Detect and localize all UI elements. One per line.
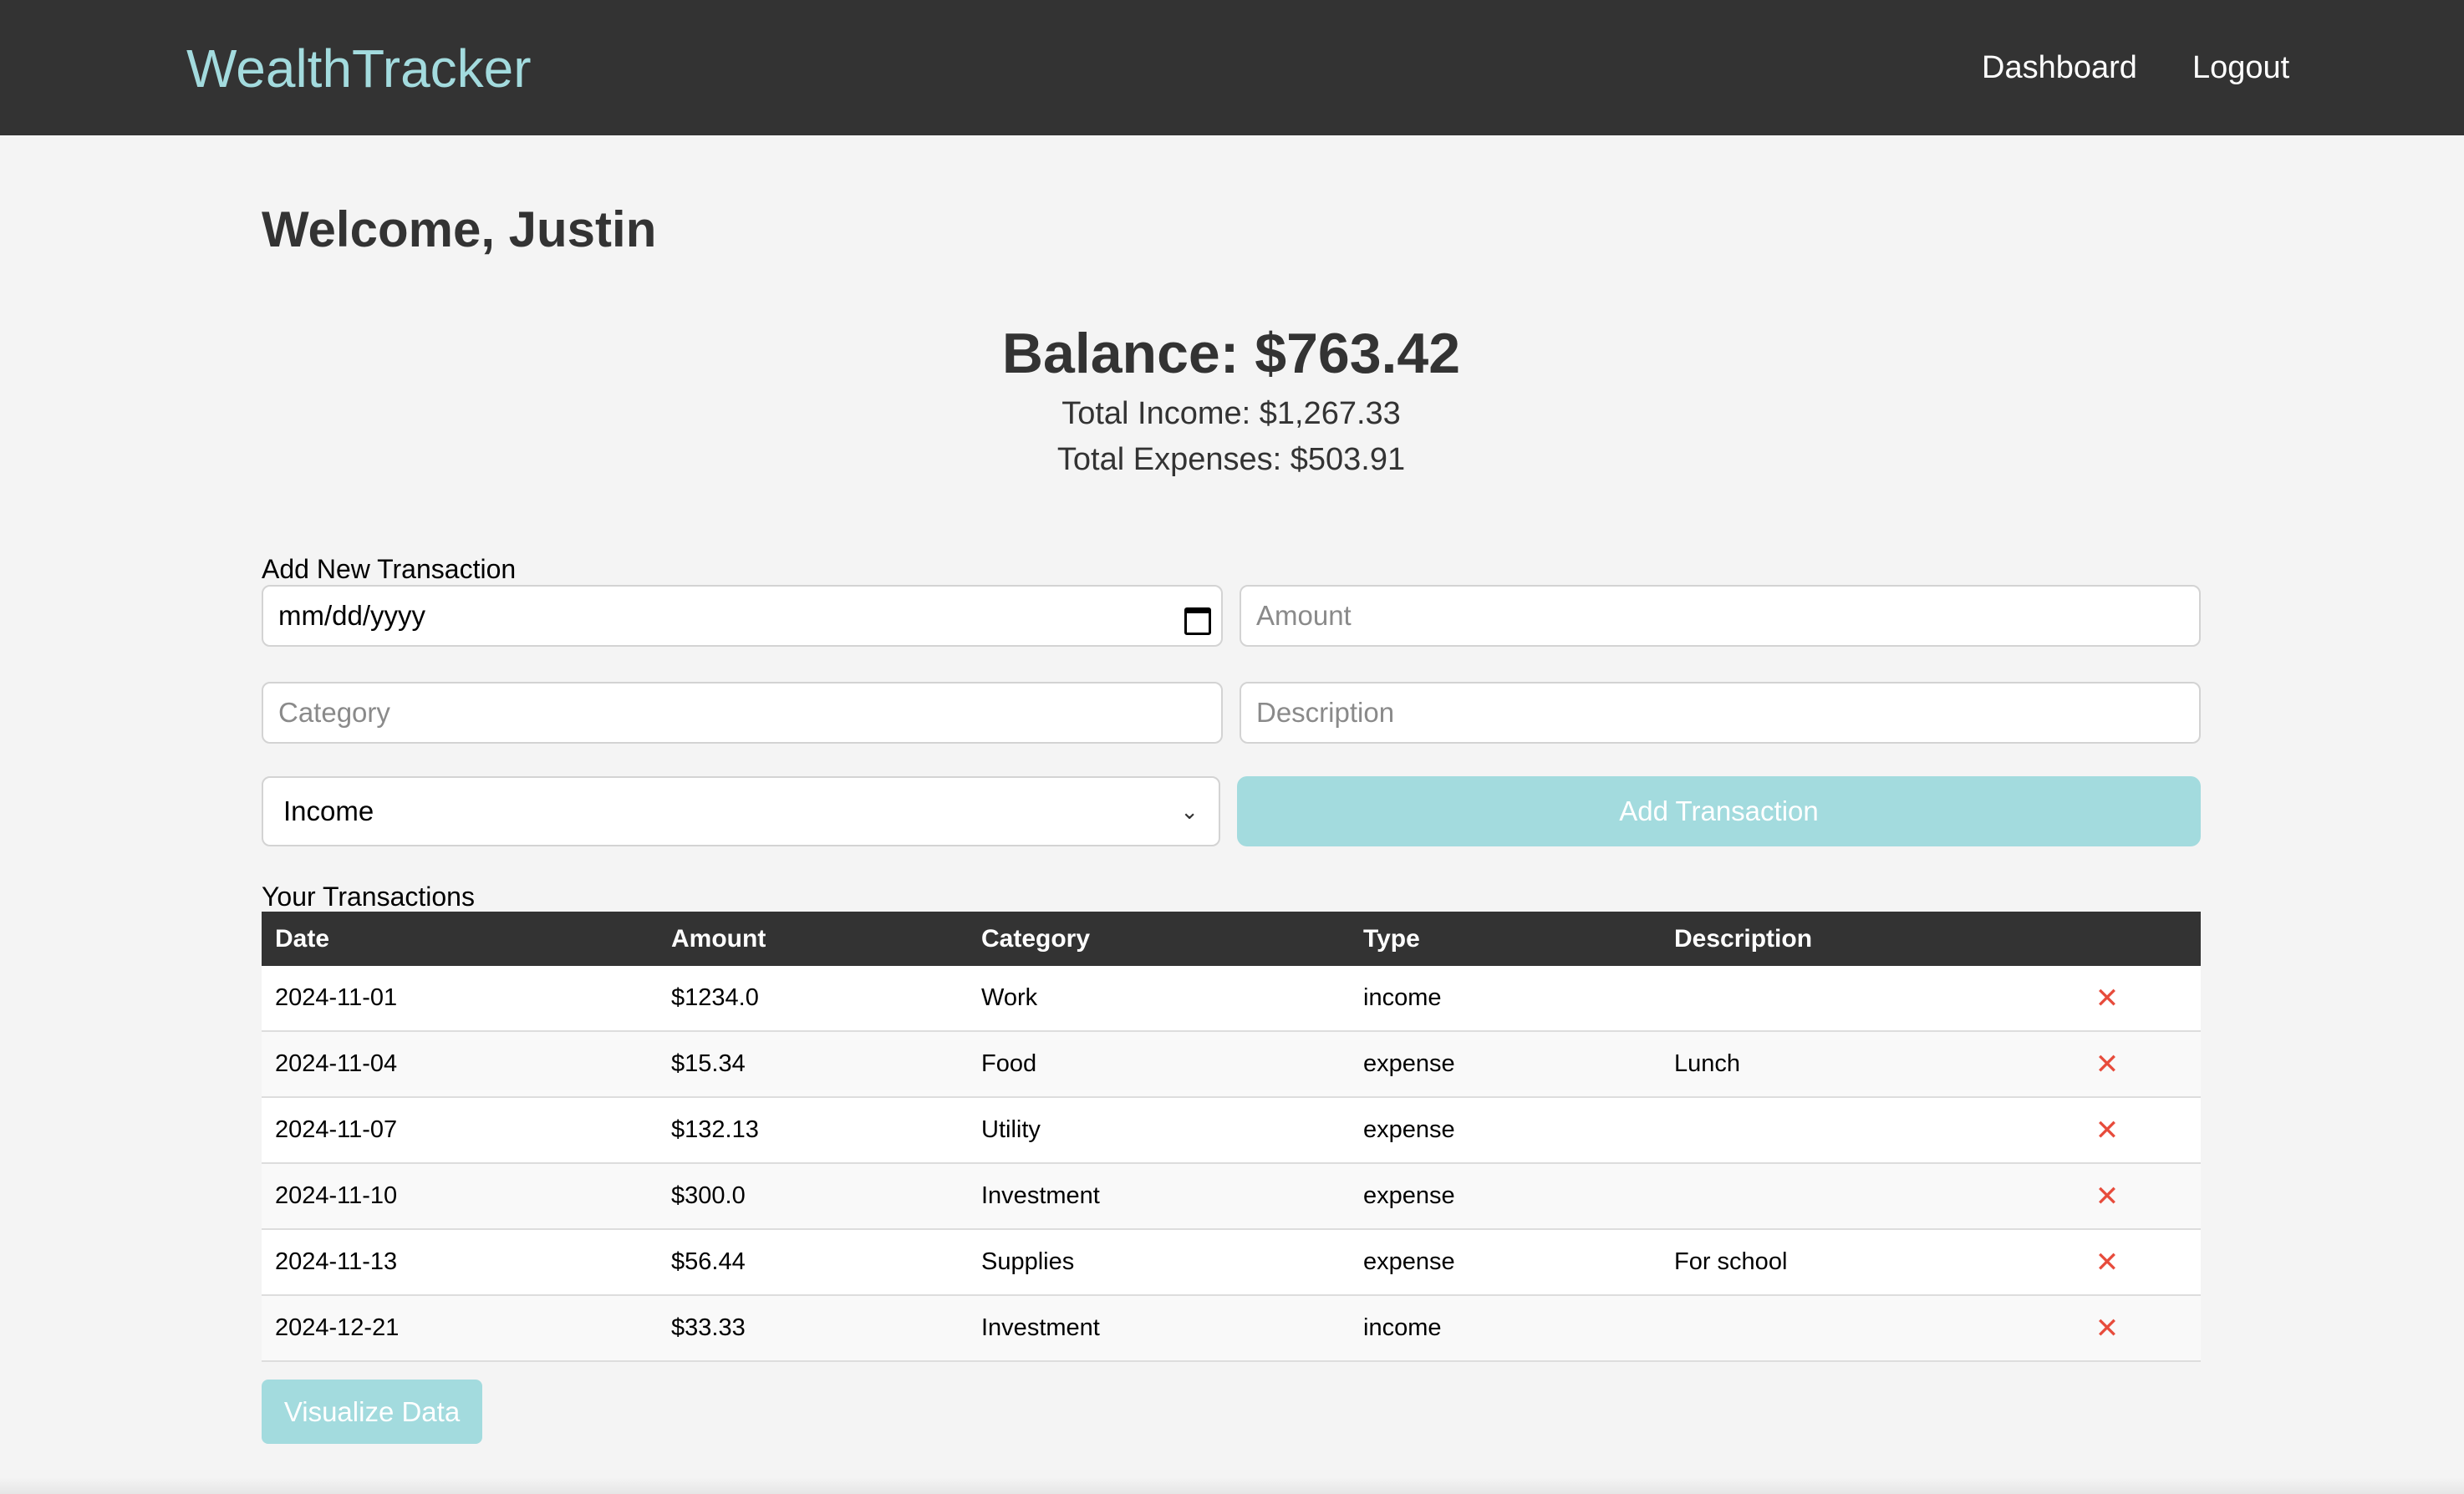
welcome-heading: Welcome, Justin — [262, 201, 657, 257]
visualize-data-button[interactable]: Visualize Data — [262, 1380, 482, 1444]
date-input-value: mm/dd/yyyy — [278, 600, 426, 631]
table-row: 2024-12-21 $33.33 Investment income ✕ — [262, 1296, 2201, 1362]
cell-category: Investment — [981, 1182, 1100, 1209]
date-input[interactable]: mm/dd/yyyy — [262, 585, 1223, 647]
balance-amount: Balance: $763.42 — [1001, 322, 1461, 385]
category-input[interactable]: Category — [262, 682, 1223, 744]
cell-type: expense — [1363, 1182, 1455, 1209]
cell-category: Utility — [981, 1116, 1041, 1143]
amount-placeholder: Amount — [1256, 600, 1352, 631]
navbar: WealthTracker Dashboard Logout — [0, 0, 2464, 135]
delete-icon[interactable]: ✕ — [2095, 1314, 2120, 1343]
delete-icon[interactable]: ✕ — [2095, 1116, 2120, 1145]
cell-date: 2024-11-13 — [275, 1248, 398, 1275]
delete-icon[interactable]: ✕ — [2095, 1050, 2120, 1079]
table-header: Date Amount Category Type Description — [262, 912, 2201, 966]
header-type: Type — [1363, 924, 1420, 953]
cell-type: expense — [1363, 1050, 1455, 1077]
cell-category: Investment — [981, 1314, 1100, 1341]
cell-description: For school — [1674, 1248, 1788, 1275]
cell-description: Lunch — [1674, 1050, 1741, 1077]
cell-amount: $300.0 — [671, 1182, 746, 1209]
cell-amount: $132.13 — [671, 1116, 759, 1143]
amount-input[interactable]: Amount — [1240, 585, 2201, 647]
cell-amount: $56.44 — [671, 1248, 746, 1275]
table-row: 2024-11-07 $132.13 Utility expense ✕ — [262, 1098, 2201, 1164]
calendar-icon[interactable] — [1184, 605, 1211, 635]
cell-date: 2024-11-01 — [275, 984, 398, 1011]
cell-date: 2024-11-04 — [275, 1050, 398, 1077]
table-row: 2024-11-13 $56.44 Supplies expense For s… — [262, 1230, 2201, 1296]
cell-amount: $15.34 — [671, 1050, 746, 1077]
header-date: Date — [275, 924, 330, 953]
type-select-value: Income — [283, 795, 374, 826]
header-category: Category — [981, 924, 1091, 953]
table-row: 2024-11-04 $15.34 Food expense Lunch ✕ — [262, 1032, 2201, 1098]
transactions-table: Date Amount Category Type Description 20… — [262, 912, 2201, 1362]
cell-amount: $1234.0 — [671, 984, 759, 1011]
transactions-label: Your Transactions — [262, 882, 475, 912]
delete-icon[interactable]: ✕ — [2095, 1182, 2120, 1211]
add-transaction-label: Add New Transaction — [262, 554, 517, 584]
cell-date: 2024-12-21 — [275, 1314, 400, 1341]
cell-type: income — [1363, 984, 1442, 1011]
header-amount: Amount — [671, 924, 766, 953]
description-input[interactable]: Description — [1240, 682, 2201, 744]
brand-logo[interactable]: WealthTracker — [186, 38, 532, 99]
delete-icon[interactable]: ✕ — [2095, 984, 2120, 1013]
cell-category: Work — [981, 984, 1038, 1011]
header-description: Description — [1674, 924, 1813, 953]
page-bottom-shade — [0, 1477, 2464, 1494]
cell-type: expense — [1363, 1248, 1455, 1275]
add-transaction-button[interactable]: Add Transaction — [1237, 776, 2201, 846]
cell-type: expense — [1363, 1116, 1455, 1143]
type-select[interactable]: Income ⌄ — [262, 776, 1220, 846]
cell-type: income — [1363, 1314, 1442, 1341]
delete-icon[interactable]: ✕ — [2095, 1248, 2120, 1277]
category-placeholder: Category — [278, 697, 390, 728]
description-placeholder: Description — [1256, 697, 1395, 728]
table-row: 2024-11-01 $1234.0 Work income ✕ — [262, 966, 2201, 1032]
cell-date: 2024-11-10 — [275, 1182, 398, 1209]
nav-link-logout[interactable]: Logout — [2192, 48, 2289, 87]
nav-link-dashboard[interactable]: Dashboard — [1982, 48, 2137, 87]
total-income: Total Income: $1,267.33 — [1061, 396, 1401, 431]
table-row: 2024-11-10 $300.0 Investment expense ✕ — [262, 1164, 2201, 1230]
cell-date: 2024-11-07 — [275, 1116, 398, 1143]
cell-category: Food — [981, 1050, 1037, 1077]
cell-category: Supplies — [981, 1248, 1075, 1275]
total-expenses: Total Expenses: $503.91 — [1056, 442, 1406, 477]
cell-amount: $33.33 — [671, 1314, 746, 1341]
chevron-down-icon: ⌄ — [1180, 798, 1199, 824]
